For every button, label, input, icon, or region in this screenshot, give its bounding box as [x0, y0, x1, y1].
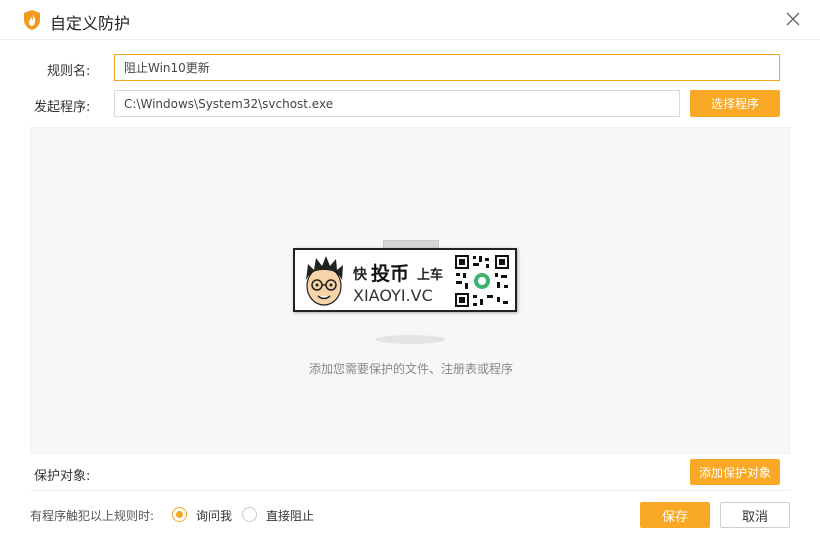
promo-text-kuai: 快 [353, 267, 367, 283]
empty-placeholder-image: 快 投币 上车 XIAOYI.VC [293, 240, 517, 312]
cancel-button[interactable]: 取消 [720, 502, 790, 528]
add-protect-object-button[interactable]: 添加保护对象 [690, 459, 780, 485]
protect-objects-area[interactable]: 快 投币 上车 XIAOYI.VC 添加您需要保护的文件、注册表或程序 [30, 127, 790, 454]
program-label: 发起程序: [34, 100, 91, 115]
promo-badge: 快 投币 上车 XIAOYI.VC [293, 248, 517, 312]
radio-block-directly-label[interactable]: 直接阻止 [266, 507, 314, 524]
save-button[interactable]: 保存 [640, 502, 710, 528]
promo-text-shangche: 上车 [417, 268, 444, 283]
shield-flame-icon [22, 9, 42, 31]
empty-hint-text: 添加您需要保护的文件、注册表或程序 [308, 362, 513, 376]
rule-name-input[interactable] [114, 54, 780, 81]
close-button[interactable] [782, 8, 804, 30]
rule-name-label: 规则名: [47, 64, 91, 79]
window-title: 自定义防护 [50, 14, 131, 33]
promo-text-toubi: 投币 [371, 263, 410, 285]
radio-ask-me[interactable] [172, 507, 187, 522]
trigger-action-label: 有程序触犯以上规则时: [30, 509, 155, 523]
promo-domain: XIAOYI.VC [353, 286, 433, 305]
close-icon [786, 12, 800, 26]
qr-code-icon [453, 253, 511, 309]
divider [30, 490, 790, 491]
title-bar: 自定义防护 [0, 0, 820, 40]
protect-objects-label: 保护对象: [34, 469, 91, 484]
choose-program-button[interactable]: 选择程序 [690, 90, 780, 117]
program-path-input[interactable] [114, 90, 680, 117]
radio-ask-me-label[interactable]: 询问我 [196, 507, 232, 524]
radio-block-directly[interactable] [242, 507, 257, 522]
cartoon-avatar-icon [298, 252, 350, 310]
placeholder-shadow [375, 335, 445, 344]
